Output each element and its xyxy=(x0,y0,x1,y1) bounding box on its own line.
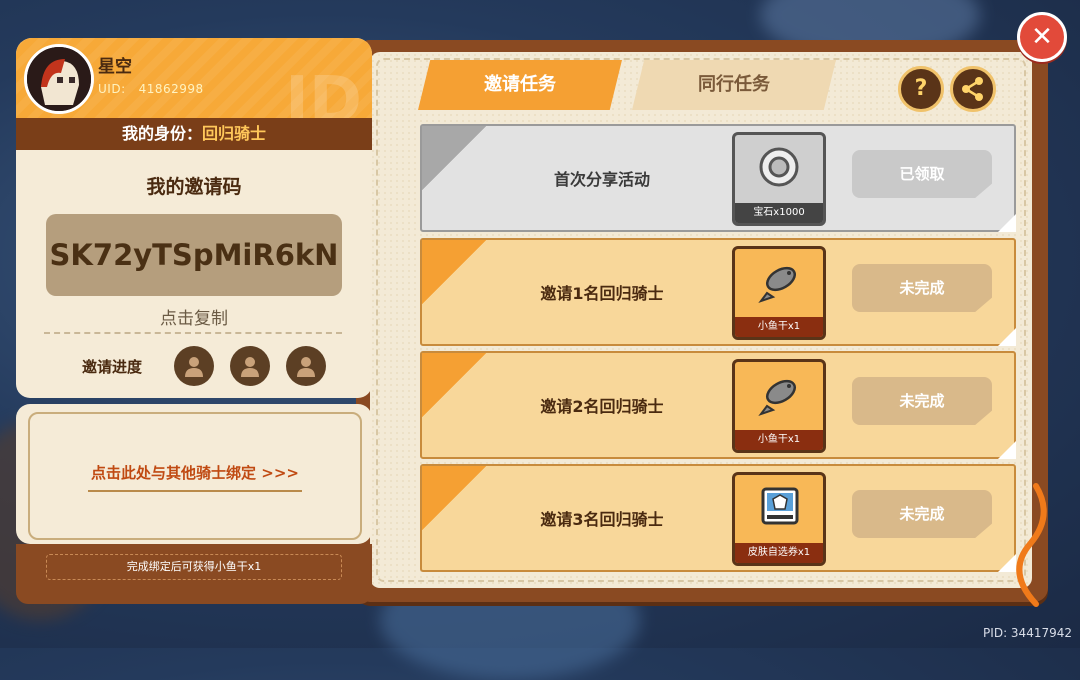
identity-prefix: 我的身份： xyxy=(121,124,202,143)
claimed-button[interactable]: 已领取 xyxy=(852,150,992,198)
uid-value: 41862998 xyxy=(138,82,204,96)
copy-button[interactable]: 点击复制 xyxy=(16,304,372,329)
tab-invite-tasks[interactable]: 邀请任务 xyxy=(418,60,622,110)
identity-value: 回归骑士 xyxy=(202,124,267,143)
task-row: 邀请1名回归骑士 小鱼干x1 未完成 xyxy=(420,238,1016,346)
share-icon xyxy=(962,77,983,101)
profile-card: ID 星空 UID: 41862998 我的身份：回归骑士 我的邀请码 SK72… xyxy=(16,38,372,610)
reward-item[interactable]: 宝石x1000 xyxy=(732,132,826,226)
avatar[interactable] xyxy=(24,44,94,114)
person-icon xyxy=(297,357,315,377)
task-row: 邀请3名回归骑士 皮肤自选券x1 未完成 xyxy=(420,464,1016,572)
reward-item[interactable]: 小鱼干x1 xyxy=(732,246,826,340)
task-name: 邀请1名回归骑士 xyxy=(540,284,664,303)
gem-icon xyxy=(759,147,799,187)
person-icon xyxy=(185,357,203,377)
player-name: 星空 xyxy=(98,57,132,77)
reward-item[interactable]: 皮肤自选券x1 xyxy=(732,472,826,566)
invite-code-title: 我的邀请码 xyxy=(146,176,242,198)
incomplete-button[interactable]: 未完成 xyxy=(852,264,992,312)
invite-progress-label: 邀请进度 xyxy=(82,358,143,376)
help-button[interactable]: ? xyxy=(898,66,944,112)
invite-slot-empty xyxy=(230,346,270,386)
close-button[interactable]: ✕ xyxy=(1017,12,1067,62)
reward-label: 小鱼干x1 xyxy=(735,317,823,337)
task-row: 邀请2名回归骑士 小鱼干x1 未完成 xyxy=(420,351,1016,459)
close-icon: ✕ xyxy=(1031,22,1053,52)
reward-label: 宝石x1000 xyxy=(735,203,823,223)
task-name: 首次分享活动 xyxy=(553,170,650,189)
invite-code[interactable]: SK72yTSpMiR6kN xyxy=(46,214,342,296)
tab-companion-tasks[interactable]: 同行任务 xyxy=(632,60,836,110)
skin-ticket-icon xyxy=(761,487,799,525)
bind-box[interactable]: 点击此处与其他骑士绑定 >>> xyxy=(28,412,362,540)
incomplete-button[interactable]: 未完成 xyxy=(852,377,992,425)
reward-item[interactable]: 小鱼干x1 xyxy=(732,359,826,453)
invite-slot-empty xyxy=(174,346,214,386)
person-icon xyxy=(241,357,259,377)
player-uid: UID: 41862998 xyxy=(98,82,204,96)
task-name: 邀请2名回归骑士 xyxy=(540,397,664,416)
bind-reward-tip: 完成绑定后可获得小鱼干x1 xyxy=(46,554,342,580)
incomplete-button[interactable]: 未完成 xyxy=(852,490,992,538)
task-name: 邀请3名回归骑士 xyxy=(540,510,664,529)
bind-link[interactable]: 点击此处与其他骑士绑定 >>> xyxy=(30,462,360,483)
swirl-decoration xyxy=(1016,483,1047,607)
fish-icon xyxy=(758,266,796,303)
fish-icon xyxy=(758,379,796,416)
share-button[interactable] xyxy=(950,66,996,112)
identity-bar: 我的身份：回归骑士 xyxy=(16,118,372,150)
reward-label: 小鱼干x1 xyxy=(735,430,823,450)
pid-label: PID: 34417942 xyxy=(983,626,1072,640)
invite-slot-empty xyxy=(286,346,326,386)
uid-label: UID: xyxy=(98,82,126,96)
task-row: 首次分享活动 宝石x1000 已领取 xyxy=(420,124,1016,232)
reward-label: 皮肤自选券x1 xyxy=(735,543,823,563)
